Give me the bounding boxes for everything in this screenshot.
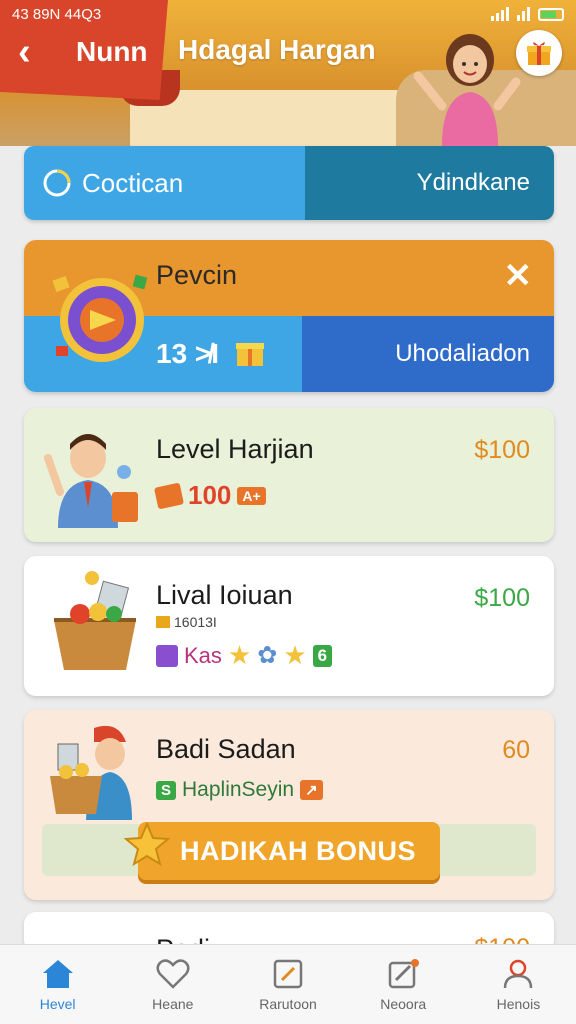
s-badge-icon: S bbox=[156, 780, 177, 800]
promo-count: 13 ≯I bbox=[156, 338, 220, 369]
level-items: Kas ★ ✿ ★ 6 bbox=[156, 640, 333, 671]
promo-link[interactable]: Uhodaliadon bbox=[395, 340, 530, 368]
heart-icon bbox=[156, 958, 190, 989]
tab-left[interactable]: Coctican bbox=[24, 146, 305, 220]
gift-box-icon bbox=[236, 343, 264, 366]
nav-item-profile[interactable]: Henois bbox=[461, 945, 576, 1024]
nav-item-edit[interactable]: Rarutoon bbox=[230, 945, 345, 1024]
reward-tag: A+ bbox=[237, 486, 266, 505]
nav-label: Heane bbox=[152, 995, 194, 1012]
reward-value: 100 bbox=[188, 480, 232, 510]
page-title: Hdagal Hargan bbox=[178, 34, 376, 65]
flower-icon: ✿ bbox=[257, 642, 278, 669]
nav-label: Rarutoon bbox=[259, 995, 317, 1012]
nav-item-favorites[interactable]: Heane bbox=[115, 945, 230, 1024]
level-title: Lival Ioiuan bbox=[156, 580, 293, 610]
item-label: Kas bbox=[184, 642, 222, 668]
status-bar: 43 89N 44Q3 bbox=[12, 4, 564, 24]
nav-item-notes[interactable]: Neoora bbox=[346, 945, 461, 1024]
prize-wheel-icon bbox=[52, 274, 148, 362]
level-card-3[interactable]: Badi Sadan 60 S HaplinSeyin ↗ HADIKAH BO… bbox=[24, 710, 554, 900]
delivery-man-illustration bbox=[50, 725, 132, 820]
nav-label: Neoora bbox=[380, 995, 427, 1012]
level-subtitle-text: 16013I bbox=[174, 614, 217, 630]
bonus-button[interactable]: HADIKAH BONUS bbox=[138, 822, 440, 880]
edit-icon bbox=[273, 959, 303, 988]
tab-left-label: Coctican bbox=[82, 167, 184, 198]
refresh-icon bbox=[43, 169, 71, 197]
level-reward: 100 A+ bbox=[153, 480, 266, 511]
back-label[interactable]: Nunn bbox=[76, 36, 148, 68]
arrow-badge-icon: ↗ bbox=[300, 780, 323, 800]
level-subtitle: 16013I bbox=[156, 614, 217, 630]
wifi-icon bbox=[517, 7, 530, 21]
segment-tabs: Coctican Ydindkane bbox=[24, 146, 554, 220]
nav-item-home[interactable]: Hevel bbox=[0, 945, 115, 1024]
level-price: $100 bbox=[474, 584, 530, 612]
promo-card[interactable]: Pevcin ✕ 13 ≯I Uhodaliadon bbox=[24, 240, 554, 392]
notes-icon bbox=[388, 958, 420, 988]
close-icon[interactable]: ✕ bbox=[504, 258, 533, 294]
tab-right-label: Ydindkane bbox=[416, 169, 530, 196]
star-icon: ★ bbox=[227, 640, 252, 670]
tab-right[interactable]: Ydindkane bbox=[305, 146, 554, 220]
level-subtitle: S HaplinSeyin ↗ bbox=[156, 778, 323, 802]
item-tag: 6 bbox=[312, 644, 333, 667]
status-time: 43 89N 44Q3 bbox=[12, 5, 102, 23]
nav-label: Henois bbox=[496, 995, 541, 1012]
star-icon bbox=[124, 822, 170, 867]
level-subtitle-text: HaplinSeyin bbox=[182, 778, 295, 801]
header: 43 89N 44Q3 ‹ Nunn Hdagal Hargan bbox=[0, 0, 576, 146]
level-card-2[interactable]: Lival Ioiuan $100 16013I Kas ★ ✿ ★ 6 bbox=[24, 556, 554, 696]
nav-label: Hevel bbox=[39, 995, 76, 1012]
level-title: Level Harjian bbox=[156, 434, 314, 464]
mini-gift-icon bbox=[156, 616, 170, 628]
battery-icon bbox=[538, 7, 564, 21]
level-card-1[interactable]: Level Harjian $100 100 A+ bbox=[24, 408, 554, 542]
gift-icon bbox=[527, 42, 551, 65]
level-price: $100 bbox=[474, 436, 530, 464]
signal-icon bbox=[491, 7, 509, 21]
basket-illustration bbox=[54, 571, 136, 670]
profile-icon bbox=[504, 959, 533, 988]
promo-title: Pevcin bbox=[156, 260, 238, 290]
back-icon[interactable]: ‹ bbox=[18, 30, 58, 74]
box-icon bbox=[153, 482, 185, 509]
level-price: 60 bbox=[502, 736, 530, 764]
woman-avatar-illustration bbox=[413, 34, 521, 146]
home-icon bbox=[42, 959, 73, 988]
level-title: Badi Sadan bbox=[156, 734, 296, 764]
man-shopping-illustration bbox=[44, 434, 138, 528]
star-icon: ★ bbox=[283, 640, 307, 670]
purple-box-icon bbox=[156, 644, 178, 667]
gift-button[interactable] bbox=[516, 30, 562, 76]
bottom-nav: Hevel Heane Rarutoon Neoora Henois bbox=[0, 944, 576, 1024]
